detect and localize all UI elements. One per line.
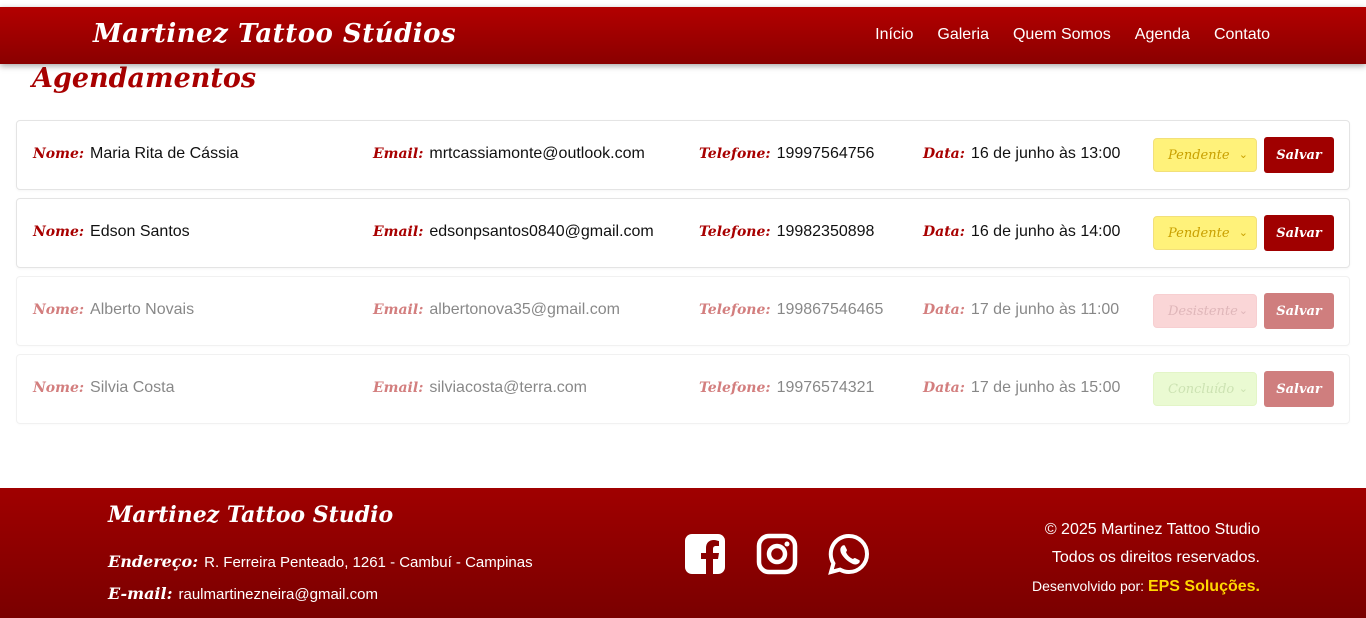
- phone-value: 19997564756: [776, 145, 875, 162]
- name-label: Nome:: [33, 146, 85, 162]
- footer-email: E-mail: raulmartinezneira@gmail.com: [108, 584, 378, 603]
- name-field: Nome: Maria Rita de Cássia: [33, 145, 239, 163]
- status-select[interactable]: Pendente ⌄: [1153, 216, 1257, 250]
- date-label: Data:: [923, 380, 965, 396]
- save-button[interactable]: Salvar: [1264, 293, 1334, 329]
- address-label: Endereço:: [108, 552, 199, 571]
- email-field: Email: edsonpsantos0840@gmail.com: [373, 223, 654, 241]
- date-label: Data:: [923, 302, 965, 318]
- brand-logo[interactable]: Martinez Tattoo Stúdios: [93, 19, 456, 49]
- email-field: Email: mrtcassiamonte@outlook.com: [373, 145, 645, 163]
- status-value: Pendente: [1168, 147, 1230, 163]
- name-field: Nome: Edson Santos: [33, 223, 190, 241]
- social-links: [683, 532, 871, 576]
- appointment-row: Nome: Maria Rita de Cássia Email: mrtcassi…: [16, 120, 1350, 190]
- save-button[interactable]: Salvar: [1264, 215, 1334, 251]
- save-button[interactable]: Salvar: [1264, 371, 1334, 407]
- phone-value: 199867546465: [776, 301, 884, 318]
- status-select[interactable]: Concluído ⌄: [1153, 372, 1257, 406]
- email-field: Email: silviacosta@terra.com: [373, 379, 587, 397]
- appointment-row: Nome: Edson Santos Email: edsonpsantos0840…: [16, 198, 1350, 268]
- date-field: Data: 17 de junho às 15:00: [923, 379, 1120, 397]
- footer: Martinez Tattoo Studio Endereço: R. Ferre…: [0, 488, 1366, 618]
- status-value: Concluído: [1168, 381, 1235, 397]
- chevron-down-icon: ⌄: [1238, 148, 1248, 161]
- phone-field: Telefone: 199867546465: [699, 301, 883, 319]
- whatsapp-icon[interactable]: [827, 532, 871, 576]
- date-value: 17 de junho às 15:00: [970, 379, 1121, 396]
- name-label: Nome:: [33, 224, 85, 240]
- main-nav: Início Galeria Quem Somos Agenda Contato: [851, 26, 1270, 44]
- name-value: Maria Rita de Cássia: [90, 145, 239, 162]
- email-field: Email: albertonova35@gmail.com: [373, 301, 620, 319]
- date-value: 16 de junho às 14:00: [970, 223, 1121, 240]
- nav-inicio[interactable]: Início: [875, 26, 913, 44]
- facebook-icon[interactable]: [683, 532, 727, 576]
- date-field: Data: 16 de junho às 13:00: [923, 145, 1120, 163]
- footer-address: Endereço: R. Ferreira Penteado, 1261 - Ca…: [108, 552, 533, 571]
- instagram-icon[interactable]: [755, 532, 799, 576]
- phone-field: Telefone: 19976574321: [699, 379, 874, 397]
- appointments-list: Nome: Maria Rita de Cássia Email: mrtcassi…: [16, 120, 1350, 432]
- status-value: Desistente: [1168, 303, 1238, 319]
- status-value: Pendente: [1168, 225, 1230, 241]
- email-label: Email:: [373, 224, 424, 240]
- top-strip: [0, 0, 1366, 7]
- phone-field: Telefone: 19982350898: [699, 223, 874, 241]
- phone-label: Telefone:: [699, 302, 771, 318]
- rights-text: Todos os direitos reservados.: [1051, 549, 1260, 566]
- appointment-row: Nome: Alberto Novais Email: albertonova35@…: [16, 276, 1350, 346]
- name-label: Nome:: [33, 302, 85, 318]
- name-label: Nome:: [33, 380, 85, 396]
- page-title: Agendamentos: [32, 63, 257, 94]
- status-select[interactable]: Pendente ⌄: [1153, 138, 1257, 172]
- appointment-row: Nome: Silvia Costa Email: silviacosta@terr…: [16, 354, 1350, 424]
- name-value: Alberto Novais: [90, 301, 195, 318]
- nav-agenda[interactable]: Agenda: [1135, 26, 1190, 44]
- footer-email-value: raulmartinezneira@gmail.com: [178, 586, 378, 603]
- date-value: 16 de junho às 13:00: [970, 145, 1121, 162]
- name-value: Edson Santos: [90, 223, 190, 240]
- email-value: mrtcassiamonte@outlook.com: [429, 145, 645, 162]
- address-value: R. Ferreira Penteado, 1261 - Cambuí - Ca…: [204, 554, 533, 571]
- email-label: Email:: [373, 302, 424, 318]
- chevron-down-icon: ⌄: [1238, 304, 1248, 317]
- date-field: Data: 16 de junho às 14:00: [923, 223, 1120, 241]
- email-label: Email:: [373, 146, 424, 162]
- copyright-block: © 2025 Martinez Tattoo Studio Todos os d…: [1032, 516, 1260, 601]
- footer-brand: Martinez Tattoo Studio: [108, 502, 394, 528]
- phone-label: Telefone:: [699, 380, 771, 396]
- email-value: edsonpsantos0840@gmail.com: [429, 223, 654, 240]
- developer-link[interactable]: EPS Soluções.: [1148, 578, 1260, 595]
- phone-field: Telefone: 19997564756: [699, 145, 874, 163]
- save-button[interactable]: Salvar: [1264, 137, 1334, 173]
- chevron-down-icon: ⌄: [1238, 226, 1248, 239]
- phone-label: Telefone:: [699, 224, 771, 240]
- name-field: Nome: Silvia Costa: [33, 379, 175, 397]
- phone-label: Telefone:: [699, 146, 771, 162]
- date-field: Data: 17 de junho às 11:00: [923, 301, 1119, 319]
- navbar: Martinez Tattoo Stúdios Início Galeria Q…: [0, 7, 1366, 64]
- copyright-text: © 2025 Martinez Tattoo Studio: [1044, 521, 1260, 538]
- email-value: albertonova35@gmail.com: [429, 301, 620, 318]
- email-value: silviacosta@terra.com: [429, 379, 587, 396]
- status-select[interactable]: Desistente ⌄: [1153, 294, 1257, 328]
- developer-prefix: Desenvolvido por:: [1032, 578, 1145, 594]
- date-value: 17 de junho às 11:00: [970, 301, 1120, 318]
- phone-value: 19976574321: [776, 379, 875, 396]
- nav-galeria[interactable]: Galeria: [937, 26, 989, 44]
- email-label: Email:: [373, 380, 424, 396]
- name-value: Silvia Costa: [90, 379, 175, 396]
- date-label: Data:: [923, 146, 965, 162]
- developer-credit: Desenvolvido por: EPS Soluções.: [1032, 572, 1260, 601]
- phone-value: 19982350898: [776, 223, 875, 240]
- nav-contato[interactable]: Contato: [1214, 26, 1270, 44]
- nav-quem-somos[interactable]: Quem Somos: [1013, 26, 1111, 44]
- chevron-down-icon: ⌄: [1238, 382, 1248, 395]
- date-label: Data:: [923, 224, 965, 240]
- footer-email-label: E-mail:: [108, 584, 173, 603]
- name-field: Nome: Alberto Novais: [33, 301, 194, 319]
